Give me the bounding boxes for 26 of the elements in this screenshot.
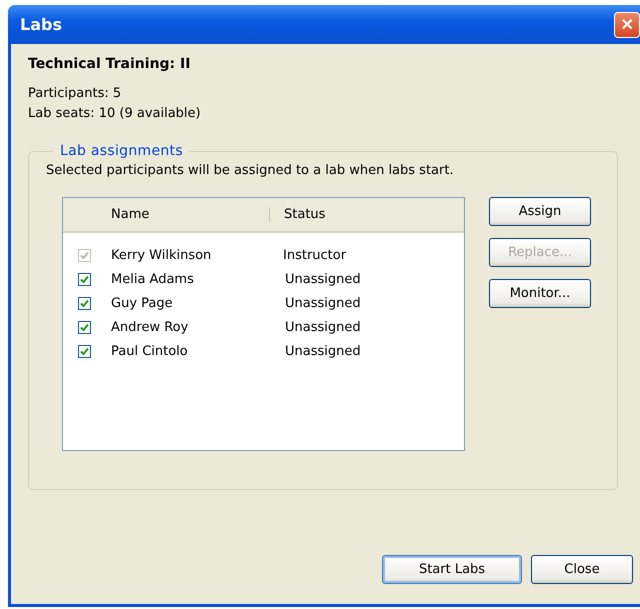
row-checkbox[interactable] xyxy=(78,272,91,286)
status-cell-text: Unassigned xyxy=(284,296,362,310)
status-cell-text: Unassigned xyxy=(284,344,362,358)
course-title: Technical Training: II xyxy=(28,56,192,72)
name-cell-text: Kerry Wilkinson xyxy=(110,248,212,262)
action-button[interactable]: Assign xyxy=(489,197,591,226)
row-checkbox[interactable] xyxy=(78,296,91,310)
info-text: Participants: 5 xyxy=(28,86,122,101)
name-cell-text: Guy Page xyxy=(110,296,174,310)
name-cell-text: Paul Cintolo xyxy=(110,344,189,358)
column-header[interactable]: Status xyxy=(270,207,420,222)
dialog-button[interactable]: Close xyxy=(531,555,633,584)
dialog-button[interactable]: Start Labs xyxy=(382,555,522,584)
group-legend: Lab assignments xyxy=(54,143,189,159)
window-title: Labs xyxy=(20,15,62,34)
row-checkbox[interactable] xyxy=(78,320,91,334)
description-text: Selected participants will be assigned to a lab when labs start. xyxy=(46,163,455,178)
status-cell-text: Unassigned xyxy=(284,320,362,334)
row-checkbox[interactable] xyxy=(78,344,91,358)
name-cell-text: Melia Adams xyxy=(110,272,195,286)
name-cell-text: Andrew Roy xyxy=(110,320,190,334)
info-text: Lab seats: 10 (9 available) xyxy=(28,106,202,121)
action-button[interactable]: Monitor... xyxy=(489,279,591,308)
column-header[interactable]: Name xyxy=(63,207,270,222)
status-cell-text: Unassigned xyxy=(284,272,362,286)
status-cell-text: Instructor xyxy=(283,248,348,262)
